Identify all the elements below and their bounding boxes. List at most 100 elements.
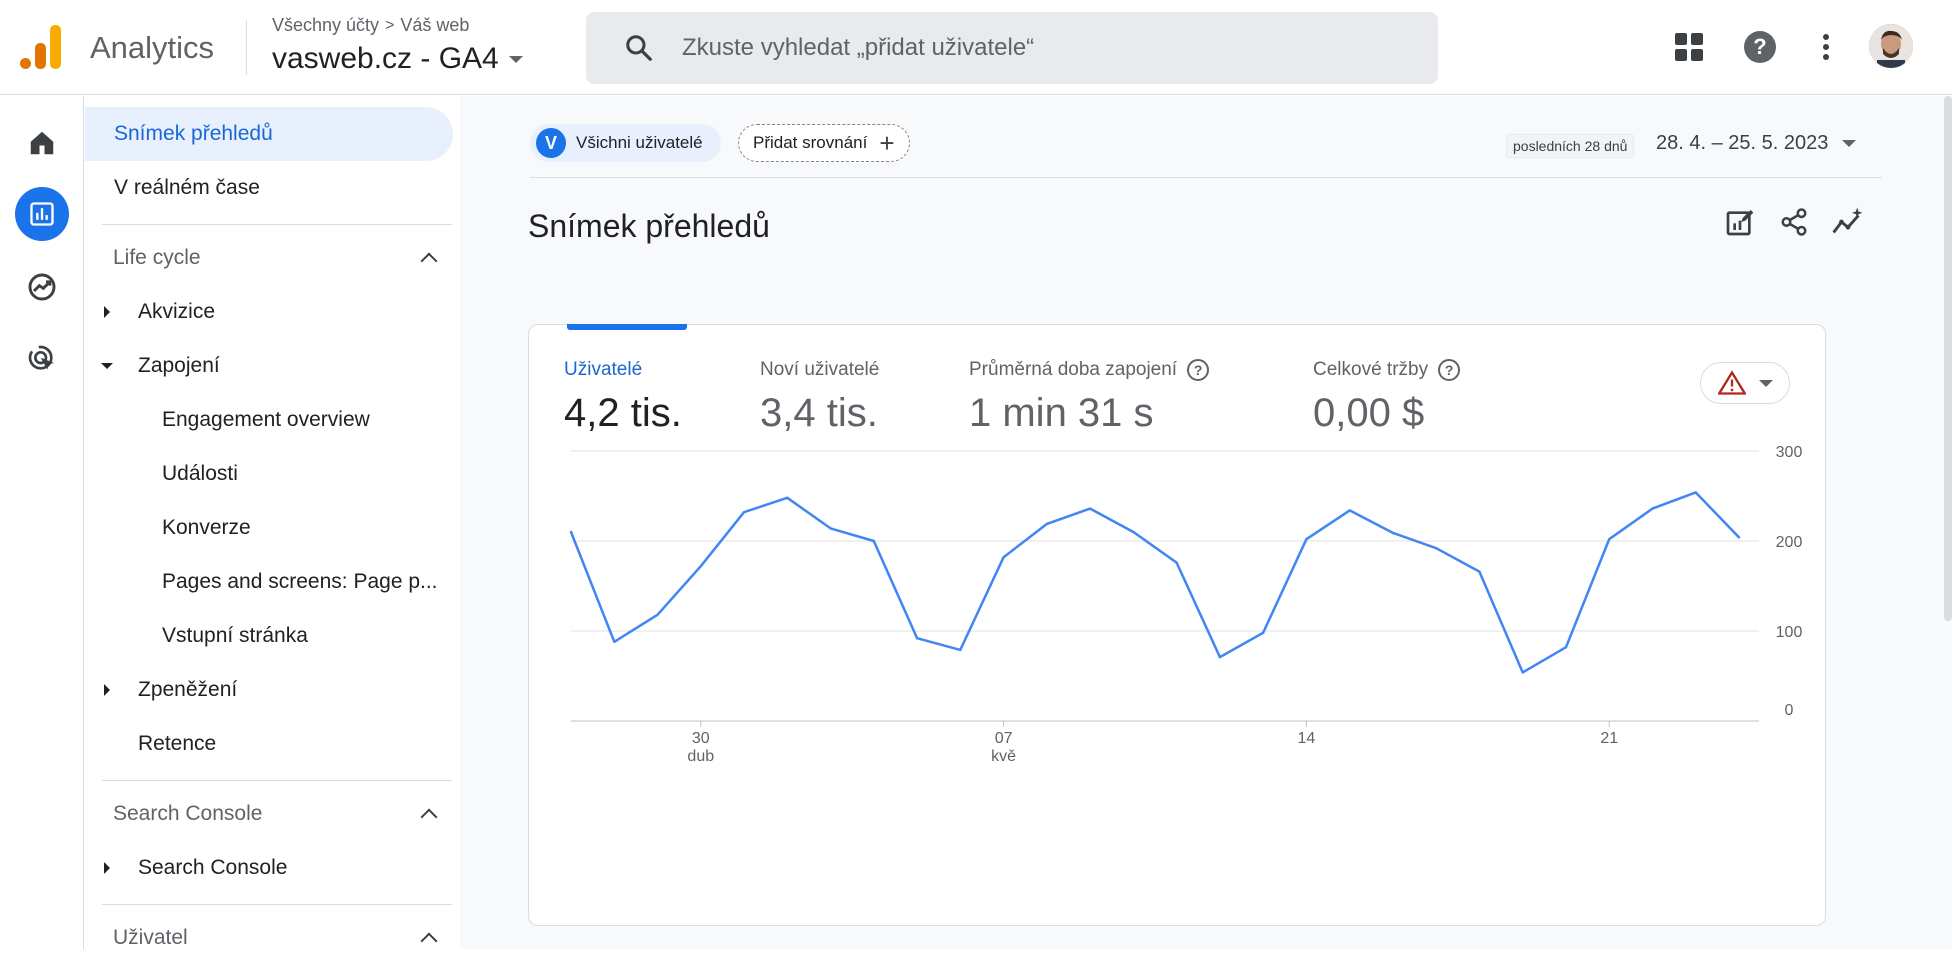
home-icon[interactable] — [15, 116, 69, 170]
avatar[interactable] — [1869, 24, 1913, 68]
search-input[interactable] — [682, 34, 1382, 62]
dropdown-arrow-icon — [508, 55, 523, 63]
nav-item-realtime[interactable]: V reálném čase — [85, 161, 260, 215]
nav-item-zpenezeni[interactable]: Zpeněžení — [85, 663, 445, 717]
data-point — [1478, 570, 1481, 573]
date-range-picker[interactable]: 28. 4. – 25. 5. 2023 — [1656, 132, 1857, 155]
more-vert-icon[interactable] — [1807, 28, 1845, 66]
share-icon[interactable] — [1774, 202, 1814, 242]
series-line-users — [569, 491, 1740, 674]
breadcrumb[interactable]: Všechny účty > Váš web — [272, 15, 469, 36]
customize-report-icon[interactable] — [1720, 202, 1760, 242]
data-point — [1175, 561, 1178, 564]
data-point — [699, 565, 702, 568]
analytics-logo-icon[interactable] — [20, 25, 62, 69]
data-point — [915, 637, 919, 640]
metric-tab-users[interactable]: Uživatelé 4,2 tis. — [564, 359, 682, 436]
section-search-console[interactable]: Search Console — [113, 787, 443, 841]
plus-icon: + — [879, 128, 895, 158]
nav-item-akvizice[interactable]: Akvizice — [85, 285, 445, 339]
nav-item-retence[interactable]: Retence — [85, 717, 216, 771]
breadcrumb-account[interactable]: Všechny účty — [272, 15, 379, 36]
data-point — [1305, 538, 1308, 541]
section-title: Uživatel — [113, 926, 188, 949]
add-comparison-label: Přidat srovnání — [753, 133, 868, 152]
nav-item-zapojeni[interactable]: Zapojení — [85, 339, 445, 393]
x-tick-label: 21 — [1600, 730, 1618, 747]
data-point — [1045, 522, 1049, 526]
nav-item-label: Search Console — [138, 856, 288, 879]
x-tick-month-label: kvě — [991, 748, 1016, 765]
top-app-bar: Analytics Všechny účty > Váš web vasweb.… — [0, 0, 1952, 95]
data-point — [959, 648, 962, 652]
expand-arrow-icon — [104, 684, 110, 696]
left-rail — [0, 96, 84, 949]
data-point — [1564, 646, 1568, 649]
nav-subitem-pages-and-screens[interactable]: Pages and screens: Page p... — [85, 555, 438, 609]
active-tab-indicator — [567, 324, 687, 330]
breadcrumb-property[interactable]: Váš web — [400, 15, 469, 36]
data-point — [829, 527, 832, 530]
data-point — [1088, 507, 1092, 510]
x-tick-label: 30 — [692, 730, 710, 747]
data-quality-warning-button[interactable] — [1700, 362, 1790, 404]
property-selector[interactable]: vasweb.cz - GA4 — [272, 42, 523, 76]
section-uzivatel[interactable]: Uživatel — [113, 911, 443, 965]
data-point — [613, 640, 616, 643]
help-icon[interactable]: ? — [1187, 359, 1210, 381]
x-tick-label: 07 — [995, 730, 1013, 747]
metric-label: Průměrná doba zapojení — [969, 359, 1178, 380]
data-point — [786, 496, 789, 499]
nav-subitem-vstupni-stranka[interactable]: Vstupní stránka — [85, 609, 308, 663]
search-bar[interactable] — [586, 12, 1438, 84]
data-point — [742, 511, 746, 514]
advertising-icon[interactable] — [15, 332, 69, 386]
collapse-arrow-icon — [101, 363, 113, 369]
segment-chip-all-users[interactable]: V Všichni uživatelé — [530, 124, 721, 162]
metric-tab-new-users[interactable]: Noví uživatelé 3,4 tis. — [760, 359, 879, 436]
nav-subitem-udalosti[interactable]: Události — [85, 447, 238, 501]
add-comparison-button[interactable]: Přidat srovnání + — [738, 124, 910, 162]
metric-tab-total-revenue[interactable]: Celkové tržby? 0,00 $ — [1313, 359, 1461, 436]
reports-icon[interactable] — [15, 187, 69, 241]
explore-icon[interactable] — [15, 260, 69, 314]
help-icon[interactable]: ? — [1741, 28, 1779, 66]
property-name: vasweb.cz - GA4 — [272, 42, 499, 75]
breadcrumb-separator-icon: > — [385, 16, 395, 34]
section-title: Search Console — [113, 802, 263, 825]
segment-label: Všichni uživatelé — [576, 133, 703, 152]
y-tick-label: 300 — [1776, 445, 1803, 461]
nav-subitem-engagement-overview[interactable]: Engagement overview — [85, 393, 370, 447]
x-tick-month-label: dub — [687, 748, 714, 765]
nav-item-snimek-prehledu[interactable]: Snímek přehledů — [85, 107, 453, 161]
nav-item-label: Akvizice — [138, 300, 216, 323]
metric-label: Celkové tržby — [1313, 359, 1429, 380]
data-point — [1651, 507, 1654, 510]
chevron-up-icon — [420, 932, 438, 950]
warning-icon — [1717, 370, 1746, 395]
nav-item-search-console[interactable]: Search Console — [85, 841, 445, 895]
help-icon[interactable]: ? — [1438, 359, 1461, 381]
date-preset-badge: posledních 28 dnů — [1506, 134, 1635, 158]
y-tick-label: 0 — [1785, 702, 1794, 719]
section-life-cycle[interactable]: Life cycle — [113, 231, 443, 285]
scrollbar[interactable] — [1944, 96, 1952, 621]
segment-avatar: V — [536, 128, 566, 158]
metric-value: 4,2 tis. — [564, 391, 682, 435]
metric-tab-avg-engagement[interactable]: Průměrná doba zapojení? 1 min 31 s — [969, 359, 1210, 436]
apps-grid-icon[interactable] — [1670, 28, 1708, 66]
metric-label: Uživatelé — [564, 359, 643, 380]
data-point — [656, 613, 659, 616]
data-point — [1694, 491, 1697, 494]
insights-icon[interactable] — [1828, 202, 1868, 242]
dropdown-arrow-icon — [1842, 140, 1857, 147]
nav-divider — [102, 224, 452, 225]
data-point — [1434, 547, 1438, 550]
page-title: Snímek přehledů — [528, 208, 770, 244]
nav-item-label: Zapojení — [138, 354, 220, 377]
nav-subitem-konverze[interactable]: Konverze — [85, 501, 251, 555]
data-point — [1737, 536, 1741, 539]
data-point — [1348, 509, 1351, 512]
report-navigation: Snímek přehledů V reálném čase Life cycl… — [85, 96, 459, 950]
data-point — [1391, 531, 1395, 535]
